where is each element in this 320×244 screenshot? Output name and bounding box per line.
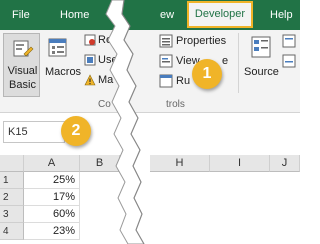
callout-step-1: 1 [192,59,222,89]
torn-edge-divider [105,0,145,244]
callout-step-2: 2 [61,116,91,146]
excel-window: File Home ew Developer Help Visual Basic… [0,0,300,244]
